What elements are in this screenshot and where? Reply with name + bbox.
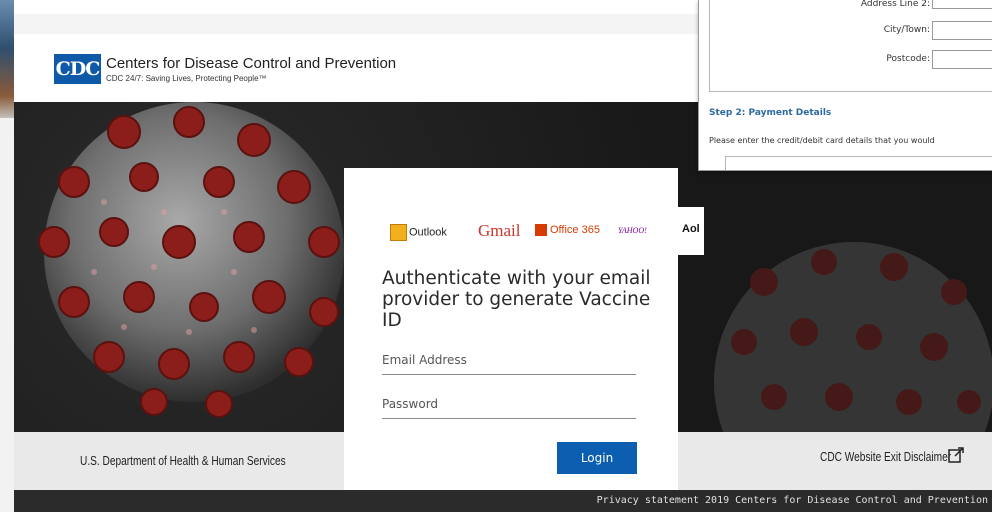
- outlook-logo: Outlook: [390, 224, 447, 241]
- coronavirus-illustration: [38, 102, 344, 418]
- auth-heading: Authenticate with your email provider to…: [382, 268, 651, 331]
- outlook-icon: [390, 224, 407, 241]
- address-line-label: Address Line 2:: [860, 0, 930, 9]
- office365-label: Office 365: [550, 224, 600, 236]
- yahoo-logo: YAHOO!: [618, 226, 647, 235]
- aol-logo: Aol: [682, 223, 700, 235]
- payment-fieldset: [725, 156, 992, 170]
- city-input[interactable]: [932, 21, 992, 40]
- payment-form-window: Address Line 2: City/Town: Postcode: Ste…: [698, 0, 992, 171]
- cdc-logo: CDC: [54, 54, 101, 84]
- office365-logo: Office 365: [535, 224, 600, 237]
- step2-title: Step 2: Payment Details: [709, 108, 832, 118]
- password-input[interactable]: [382, 392, 636, 419]
- email-provider-logos: Outlook Gmail Office 365 YAHOO!: [390, 221, 720, 248]
- exit-disclaimer-link[interactable]: CDC Website Exit Disclaimer: [820, 447, 988, 464]
- external-link-icon: [948, 447, 964, 463]
- background-window-frame: [0, 118, 15, 512]
- gmail-logo: Gmail: [478, 221, 521, 240]
- address-fieldset: Address Line 2: City/Town: Postcode:: [709, 0, 992, 92]
- bottom-bar: Privacy statement 2019 Centers for Disea…: [14, 490, 992, 512]
- login-card: Outlook Gmail Office 365 YAHOO! Authenti…: [344, 168, 678, 490]
- address-line-input[interactable]: [932, 0, 992, 9]
- step2-description: Please enter the credit/debit card detai…: [709, 136, 935, 145]
- cdc-title: Centers for Disease Control and Preventi…: [106, 55, 397, 72]
- city-label: City/Town:: [883, 25, 930, 35]
- email-input[interactable]: [382, 348, 636, 375]
- cdc-tagline: CDC 24/7: Saving Lives, Protecting Peopl…: [106, 74, 267, 83]
- postcode-input[interactable]: [932, 50, 992, 69]
- top-strip: [14, 14, 698, 34]
- exit-disclaimer-label: CDC Website Exit Disclaimer: [820, 449, 952, 464]
- login-button[interactable]: Login: [557, 442, 637, 474]
- postcode-label: Postcode:: [886, 54, 930, 64]
- aol-logo-box: Aol: [674, 207, 704, 255]
- outlook-label: Outlook: [409, 226, 447, 239]
- background-window-edge: [0, 0, 14, 120]
- hhs-link[interactable]: U.S. Department of Health & Human Servic…: [80, 453, 286, 468]
- coronavirus-blurred-illustration: [714, 242, 992, 432]
- office-icon: [535, 224, 547, 237]
- privacy-copyright-text[interactable]: Privacy statement 2019 Centers for Disea…: [597, 495, 988, 506]
